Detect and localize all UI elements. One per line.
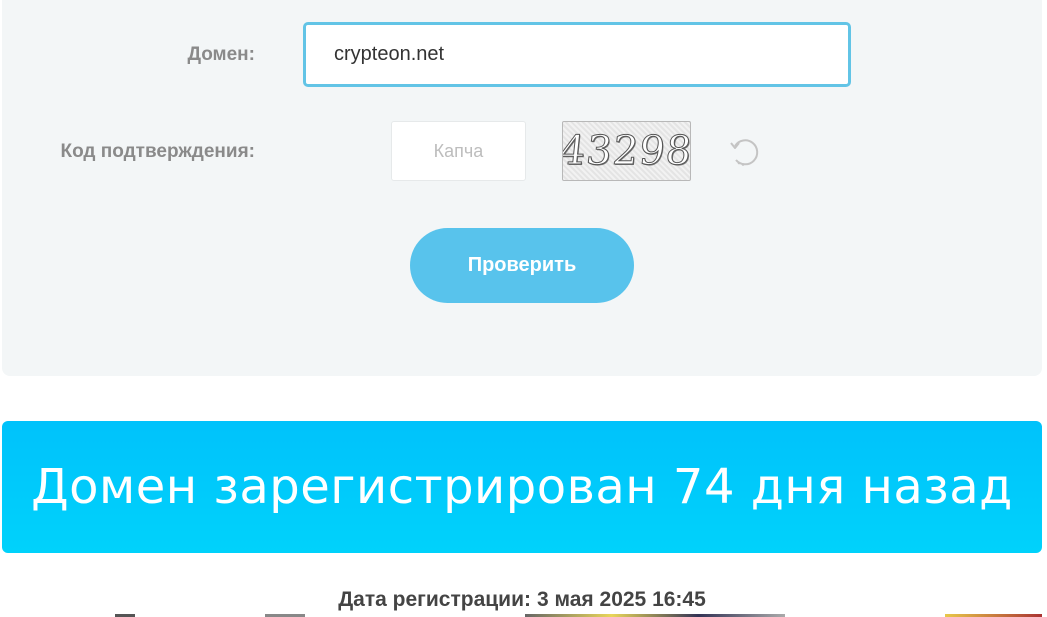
registration-date-label: Дата регистрации: xyxy=(338,588,531,611)
result-banner: Домен зарегистрирован 74 дня назад xyxy=(2,421,1042,553)
check-button[interactable]: Проверить xyxy=(410,228,634,303)
domain-age-headline: Домен зарегистрирован 74 дня назад xyxy=(31,459,1013,515)
captcha-image: 43298 xyxy=(562,121,691,181)
domain-label: Домен: xyxy=(187,44,255,65)
registration-date-value: 3 мая 2025 16:45 xyxy=(536,588,706,611)
captcha-code: 43298 xyxy=(562,128,691,175)
domain-input[interactable] xyxy=(303,22,851,87)
captcha-input[interactable] xyxy=(391,121,526,181)
registration-date: Дата регистрации: 3 мая 2025 16:45 xyxy=(0,588,1044,612)
captcha-label: Код подтверждения: xyxy=(60,141,255,162)
refresh-icon[interactable] xyxy=(726,134,762,170)
